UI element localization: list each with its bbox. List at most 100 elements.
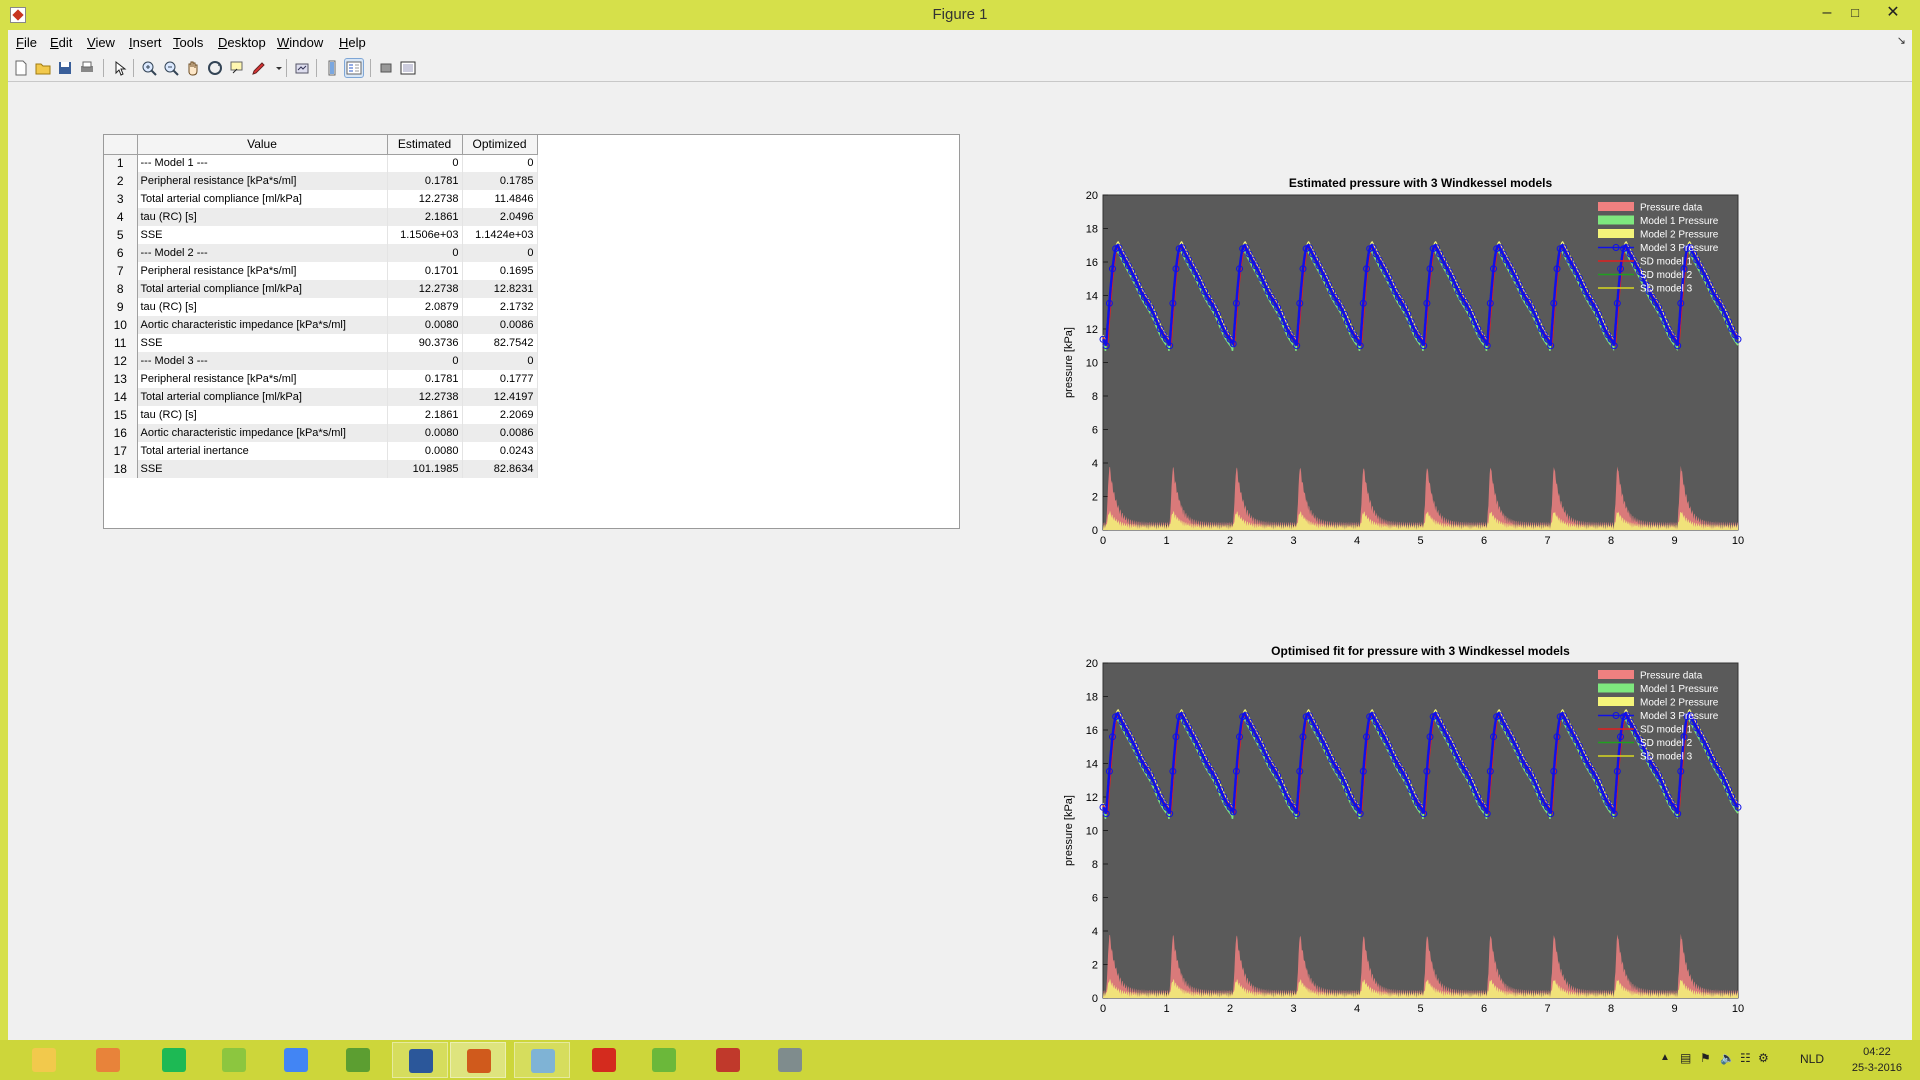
- insert-colorbar-icon[interactable]: [323, 59, 341, 77]
- taskbar-acrobat-button[interactable]: [576, 1042, 632, 1078]
- table-row[interactable]: 10 Aortic characteristic impedance [kPa*s…: [104, 316, 538, 334]
- value-cell[interactable]: Total arterial compliance [ml/kPa]: [137, 190, 388, 208]
- row-number-cell[interactable]: 3: [104, 190, 138, 208]
- brush-icon[interactable]: [250, 59, 268, 77]
- table-row[interactable]: 3 Total arterial compliance [ml/kPa] 12.27…: [104, 190, 538, 208]
- taskbar-calculator-button[interactable]: [762, 1042, 818, 1078]
- pointer-icon[interactable]: [110, 59, 128, 77]
- estimated-cell[interactable]: 101.1985: [387, 460, 463, 478]
- value-cell[interactable]: SSE: [137, 334, 388, 352]
- value-cell[interactable]: SSE: [137, 226, 388, 244]
- taskbar-file-explorer-button[interactable]: [16, 1042, 72, 1078]
- value-cell[interactable]: Peripheral resistance [kPa*s/ml]: [137, 172, 388, 190]
- tray-network-icon[interactable]: ▤: [1680, 1051, 1691, 1065]
- estimated-cell[interactable]: 12.2738: [387, 280, 463, 298]
- estimated-cell[interactable]: 12.2738: [387, 388, 463, 406]
- taskbar-notepad-button[interactable]: [206, 1042, 262, 1078]
- menu-desktop[interactable]: Desktop: [218, 35, 266, 50]
- optimized-cell[interactable]: 0.0086: [462, 316, 538, 334]
- chart-optimised-fit[interactable]: Optimised fit for pressure with 3 Windke…: [1058, 633, 1758, 1031]
- pan-hand-icon[interactable]: [184, 59, 202, 77]
- row-number-cell[interactable]: 5: [104, 226, 138, 244]
- language-indicator[interactable]: NLD: [1800, 1052, 1824, 1070]
- chart-optimised-fit-svg[interactable]: Optimised fit for pressure with 3 Windke…: [1058, 633, 1758, 1031]
- estimated-cell[interactable]: 90.3736: [387, 334, 463, 352]
- row-number-cell[interactable]: 12: [104, 352, 138, 370]
- link-plot-icon[interactable]: [293, 59, 311, 77]
- menu-edit[interactable]: Edit: [50, 35, 72, 50]
- table-row[interactable]: 18 SSE 101.1985 82.8634: [104, 460, 538, 478]
- parameters-table[interactable]: Value Estimated Optimized 1 --- Model 1 -…: [103, 134, 960, 529]
- optimized-cell[interactable]: 1.1424e+03: [462, 226, 538, 244]
- optimized-cell[interactable]: 2.0496: [462, 208, 538, 226]
- estimated-cell[interactable]: 1.1506e+03: [387, 226, 463, 244]
- zoom-in-icon[interactable]: [140, 59, 158, 77]
- optimized-cell[interactable]: 0: [462, 154, 538, 172]
- row-number-cell[interactable]: 7: [104, 262, 138, 280]
- row-number-cell[interactable]: 8: [104, 280, 138, 298]
- column-header-estimated[interactable]: Estimated: [387, 135, 463, 155]
- table-row[interactable]: 7 Peripheral resistance [kPa*s/ml] 0.1701 0…: [104, 262, 538, 280]
- estimated-cell[interactable]: 0.0080: [387, 424, 463, 442]
- insert-legend-icon[interactable]: [344, 58, 364, 78]
- estimated-cell[interactable]: 2.1861: [387, 406, 463, 424]
- row-number-cell[interactable]: 4: [104, 208, 138, 226]
- menu-tools[interactable]: Tools: [173, 35, 203, 50]
- table-row[interactable]: 12 --- Model 3 --- 0 0: [104, 352, 538, 370]
- hide-plot-tools-icon[interactable]: [377, 59, 395, 77]
- row-number-cell[interactable]: 2: [104, 172, 138, 190]
- optimized-cell[interactable]: 0.0086: [462, 424, 538, 442]
- value-cell[interactable]: --- Model 1 ---: [137, 154, 388, 172]
- optimized-cell[interactable]: 0: [462, 244, 538, 262]
- value-cell[interactable]: Total arterial inertance: [137, 442, 388, 460]
- table-row[interactable]: 1 --- Model 1 --- 0 0: [104, 154, 538, 172]
- zoom-out-icon[interactable]: [162, 59, 180, 77]
- estimated-cell[interactable]: 0: [387, 154, 463, 172]
- row-number-cell[interactable]: 14: [104, 388, 138, 406]
- optimized-cell[interactable]: 11.4846: [462, 190, 538, 208]
- value-cell[interactable]: Aortic characteristic impedance [kPa*s/m…: [137, 316, 388, 334]
- value-cell[interactable]: --- Model 2 ---: [137, 244, 388, 262]
- taskbar-spotify-button[interactable]: [146, 1042, 202, 1078]
- table-row[interactable]: 13 Peripheral resistance [kPa*s/ml] 0.1781…: [104, 370, 538, 388]
- optimized-cell[interactable]: 0.1695: [462, 262, 538, 280]
- optimized-cell[interactable]: 0.1785: [462, 172, 538, 190]
- estimated-cell[interactable]: 2.0879: [387, 298, 463, 316]
- value-cell[interactable]: tau (RC) [s]: [137, 208, 388, 226]
- menu-file[interactable]: File: [16, 35, 37, 50]
- tray-chevron-icon[interactable]: ▲: [1660, 1052, 1670, 1063]
- table-row[interactable]: 4 tau (RC) [s] 2.1861 2.0496: [104, 208, 538, 226]
- taskbar-evernote-button[interactable]: [330, 1042, 386, 1078]
- taskbar-matlab-button[interactable]: [450, 1042, 506, 1078]
- table-row[interactable]: 9 tau (RC) [s] 2.0879 2.1732: [104, 298, 538, 316]
- tray-volume-icon[interactable]: 🔈: [1720, 1051, 1735, 1065]
- row-number-cell[interactable]: 9: [104, 298, 138, 316]
- rotate-3d-icon[interactable]: [206, 59, 224, 77]
- table-row[interactable]: 15 tau (RC) [s] 2.1861 2.2069: [104, 406, 538, 424]
- chart-estimated-pressure[interactable]: Estimated pressure with 3 Windkessel mod…: [1058, 165, 1758, 563]
- optimized-cell[interactable]: 0.1777: [462, 370, 538, 388]
- value-cell[interactable]: Total arterial compliance [ml/kPa]: [137, 280, 388, 298]
- optimized-cell[interactable]: 12.4197: [462, 388, 538, 406]
- row-number-cell[interactable]: 17: [104, 442, 138, 460]
- tray-wifi-icon[interactable]: ☷: [1740, 1051, 1751, 1065]
- table-row[interactable]: 16 Aortic characteristic impedance [kPa*s…: [104, 424, 538, 442]
- optimized-cell[interactable]: 0.0243: [462, 442, 538, 460]
- menu-insert[interactable]: Insert: [129, 35, 162, 50]
- close-button[interactable]: ✕: [1876, 2, 1910, 26]
- row-number-cell[interactable]: 6: [104, 244, 138, 262]
- table-row[interactable]: 17 Total arterial inertance 0.0080 0.0243: [104, 442, 538, 460]
- row-number-cell[interactable]: 18: [104, 460, 138, 478]
- taskbar-snipping-tool-button[interactable]: [700, 1042, 756, 1078]
- value-cell[interactable]: Peripheral resistance [kPa*s/ml]: [137, 370, 388, 388]
- open-file-icon[interactable]: [34, 59, 52, 77]
- estimated-cell[interactable]: 0.1781: [387, 370, 463, 388]
- value-cell[interactable]: Aortic characteristic impedance [kPa*s/m…: [137, 424, 388, 442]
- taskbar-chrome-button[interactable]: [268, 1042, 324, 1078]
- estimated-cell[interactable]: 0.0080: [387, 316, 463, 334]
- row-number-cell[interactable]: 11: [104, 334, 138, 352]
- estimated-cell[interactable]: 0.1781: [387, 172, 463, 190]
- value-cell[interactable]: tau (RC) [s]: [137, 406, 388, 424]
- new-figure-icon[interactable]: [12, 59, 30, 77]
- optimized-cell[interactable]: 2.2069: [462, 406, 538, 424]
